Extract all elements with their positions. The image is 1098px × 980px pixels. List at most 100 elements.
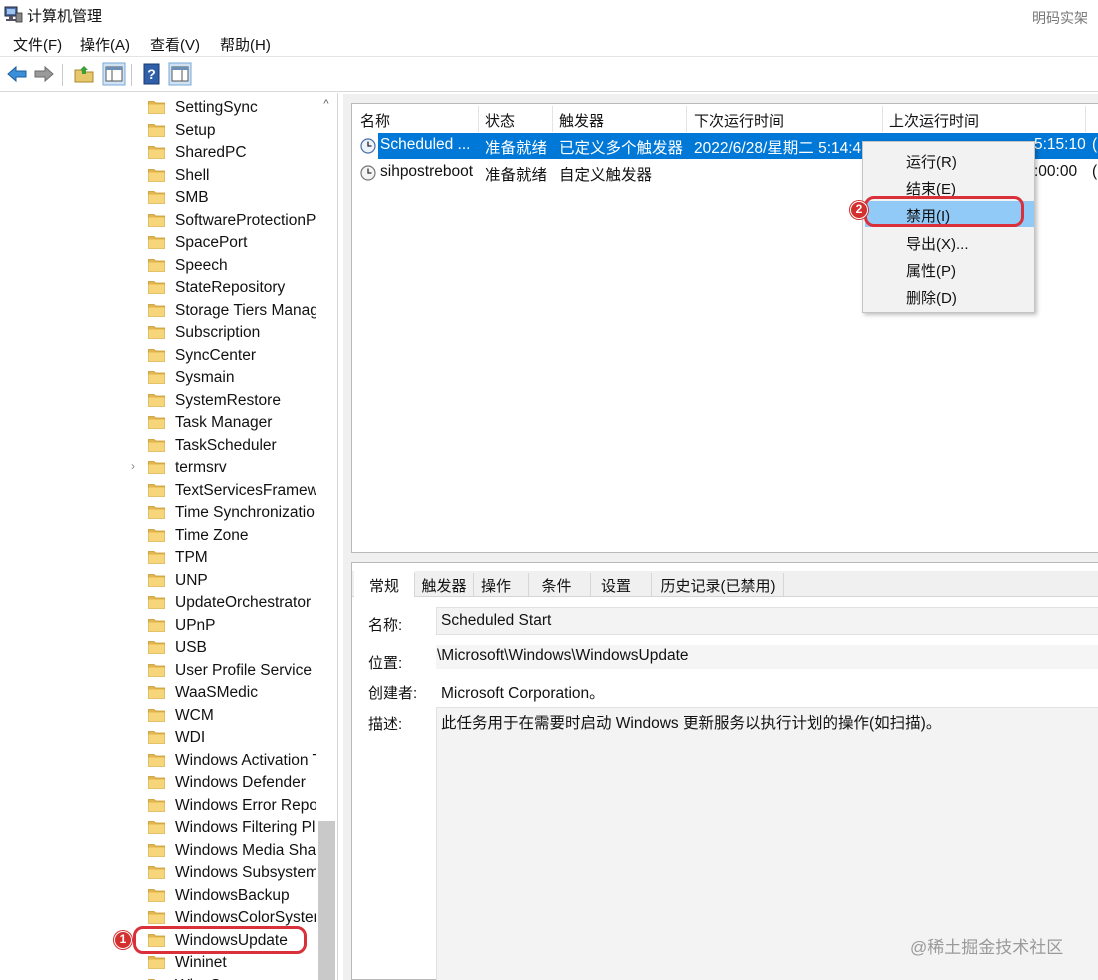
tree-item-windows-filtering-pla[interactable]: Windows Filtering Pla — [0, 817, 316, 839]
scroll-up-arrow-icon[interactable]: ^ — [316, 98, 336, 114]
task-next-run: 2022/6/28/星期二 5:14:4 — [694, 140, 862, 157]
tree-item-spaceport[interactable]: SpacePort — [0, 232, 316, 254]
folder-icon — [148, 663, 165, 677]
menu-file[interactable]: 文件(F) — [13, 34, 62, 55]
tree-item-task-manager[interactable]: Task Manager — [0, 412, 316, 434]
column-divider[interactable] — [478, 106, 479, 132]
tree-item-label: StateRepository — [175, 279, 286, 296]
tree-item-upnp[interactable]: UPnP — [0, 615, 316, 637]
tree-item-setup[interactable]: Setup — [0, 120, 316, 142]
tree-item-label: WindowsBackup — [175, 886, 290, 904]
menu-item-label: 运行(R) — [906, 154, 957, 171]
tree-item-storage-tiers-manag[interactable]: Storage Tiers Manag — [0, 300, 316, 322]
task-name: sihpostreboot — [380, 163, 474, 180]
menu-help[interactable]: 帮助(H) — [220, 34, 271, 55]
menu-item-delete[interactable]: 删除(D) — [865, 283, 1034, 309]
tree-item-speech[interactable]: Speech — [0, 255, 316, 277]
tree-item-updateorchestrator[interactable]: UpdateOrchestrator — [0, 592, 316, 614]
tree-item-usb[interactable]: USB — [0, 637, 316, 659]
task-trigger: 已定义多个触发器 — [559, 140, 684, 157]
task-trigger: 自定义触发器 — [559, 167, 653, 184]
tree-item-smb[interactable]: SMB — [0, 187, 316, 209]
up-folder-icon[interactable] — [72, 62, 96, 86]
menu-item-properties[interactable]: 属性(P) — [865, 256, 1034, 282]
folder-icon — [148, 258, 165, 272]
help-icon[interactable]: ? — [140, 62, 164, 86]
tree-item-textservicesframew[interactable]: TextServicesFramew — [0, 480, 316, 502]
action-pane-icon[interactable] — [168, 62, 192, 86]
show-hide-tree-icon[interactable] — [102, 62, 126, 86]
tree-item-waasmedic[interactable]: WaaSMedic — [0, 682, 316, 704]
column-header-next-run[interactable]: 下次运行时间 — [694, 110, 784, 131]
tree-item-unp[interactable]: UNP — [0, 570, 316, 592]
column-divider[interactable] — [552, 106, 553, 132]
tree-item-user-profile-service[interactable]: User Profile Service — [0, 660, 316, 682]
task-details-pane: 常规 触发器 操作 条件 设置 历史记录(已禁用) 名称: Scheduled … — [351, 562, 1098, 980]
tree-item-windows-error-repor[interactable]: Windows Error Repor — [0, 795, 316, 817]
tab-conditions[interactable]: 条件 — [529, 571, 584, 597]
tree-item-softwareprotectionp[interactable]: SoftwareProtectionP — [0, 210, 316, 232]
tree-item-label: Time Zone — [175, 526, 249, 544]
folder-icon — [148, 573, 165, 587]
tree-item-label: TextServicesFramew — [175, 481, 316, 499]
folder-icon — [148, 213, 165, 227]
expand-chevron-icon[interactable]: › — [131, 459, 135, 473]
tree-item-taskscheduler[interactable]: TaskScheduler — [0, 435, 316, 457]
tree-item-label: SMB — [175, 189, 209, 206]
tab-actions[interactable]: 操作 — [474, 571, 518, 597]
tree-item-staterepository[interactable]: StateRepository — [0, 277, 316, 299]
tree-item-sharedpc[interactable]: SharedPC — [0, 142, 316, 164]
tab-general[interactable]: 常规 — [354, 571, 414, 597]
step-badge-1: 1 — [114, 931, 132, 949]
tree-item-sysmain[interactable]: Sysmain — [0, 367, 316, 389]
tree-item-label: SystemRestore — [175, 391, 281, 409]
navigation-tree[interactable]: WlanSvcWininetWindowsUpdateWindowsColorS… — [0, 93, 338, 980]
menu-action[interactable]: 操作(A) — [80, 34, 130, 55]
menu-item-run[interactable]: 运行(R) — [865, 147, 1034, 173]
tree-item-windows-subsystem[interactable]: Windows Subsystem — [0, 862, 316, 884]
toolbar: ? — [0, 58, 1098, 92]
column-divider[interactable] — [686, 106, 687, 132]
tree-item-termsrv[interactable]: › termsrv — [0, 457, 316, 479]
column-header-name[interactable]: 名称 — [360, 110, 390, 131]
tree-item-windowsbackup[interactable]: WindowsBackup — [0, 885, 316, 907]
tab-triggers[interactable]: 触发器 — [415, 571, 473, 597]
column-header-trigger[interactable]: 触发器 — [559, 110, 604, 131]
tree-item-windows-activation-t[interactable]: Windows Activation T — [0, 750, 316, 772]
folder-icon — [148, 866, 165, 879]
folder-icon — [148, 236, 165, 249]
tree-item-systemrestore[interactable]: SystemRestore — [0, 390, 316, 412]
tree-item-wdi[interactable]: WDI — [0, 727, 316, 749]
tab-history[interactable]: 历史记录(已禁用) — [654, 571, 782, 597]
folder-icon — [148, 101, 165, 114]
forward-arrow-icon[interactable] — [32, 62, 56, 86]
tree-item-wininet[interactable]: Wininet — [0, 952, 316, 974]
tree-item-time-synchronizatio[interactable]: Time Synchronizatio — [0, 502, 316, 524]
folder-icon — [148, 303, 165, 317]
tree-item-wcm[interactable]: WCM — [0, 705, 316, 727]
menu-item-export[interactable]: 导出(X)... — [865, 229, 1034, 255]
tree-item-shell[interactable]: Shell — [0, 165, 316, 187]
menu-view[interactable]: 查看(V) — [150, 34, 200, 55]
tree-item-wlansvc[interactable]: WlanSvc — [0, 975, 316, 980]
column-divider[interactable] — [882, 106, 883, 132]
tree-item-settingsync[interactable]: SettingSync — [0, 97, 316, 119]
folder-icon — [148, 641, 165, 654]
back-arrow-icon[interactable] — [5, 62, 29, 86]
column-header-status[interactable]: 状态 — [485, 110, 515, 131]
tree-item-synccenter[interactable]: SyncCenter — [0, 345, 316, 367]
tree-item-label: Storage Tiers Manag — [175, 301, 316, 319]
tree-item-time-zone[interactable]: Time Zone — [0, 525, 316, 547]
tree-item-label: Sysmain — [175, 369, 235, 386]
folder-icon — [148, 326, 165, 339]
column-divider[interactable] — [1085, 106, 1086, 132]
column-header-last-run[interactable]: 上次运行时间 — [889, 110, 979, 131]
folder-icon — [148, 776, 165, 789]
tree-item-tpm[interactable]: TPM — [0, 547, 316, 569]
tree-item-windows-media-shar[interactable]: Windows Media Shar — [0, 840, 316, 862]
tree-item-subscription[interactable]: Subscription — [0, 322, 316, 344]
tab-settings[interactable]: 设置 — [591, 571, 641, 597]
tree-scroll-thumb[interactable] — [318, 821, 335, 980]
tree-item-windows-defender[interactable]: Windows Defender — [0, 772, 316, 794]
folder-icon — [148, 821, 165, 834]
